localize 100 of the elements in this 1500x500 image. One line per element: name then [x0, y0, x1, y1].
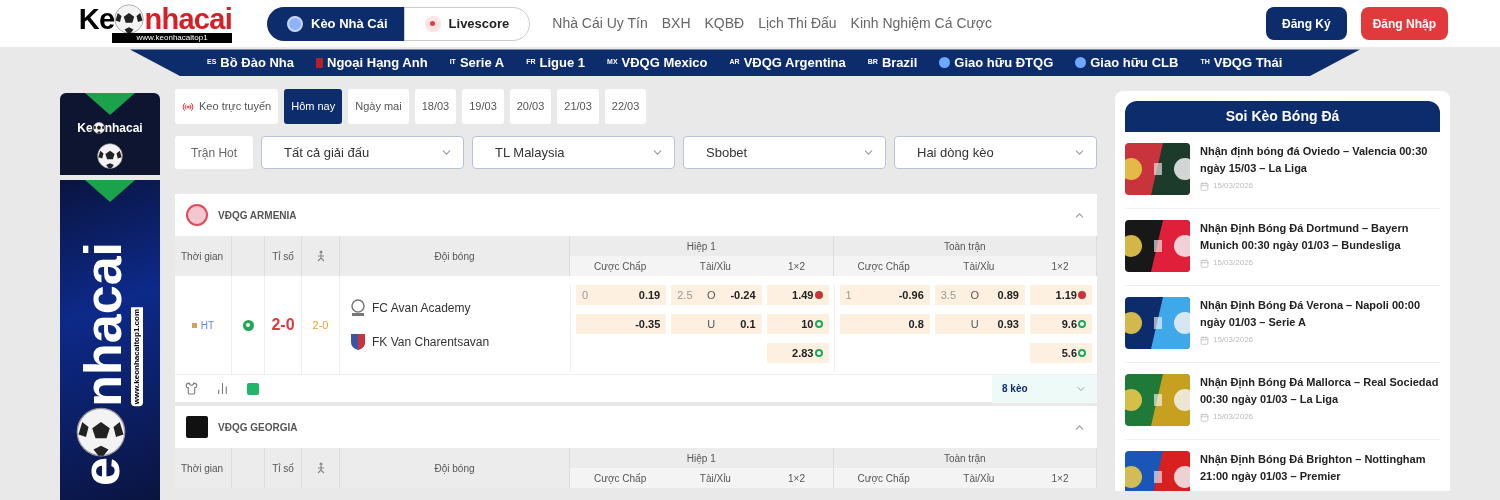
column-header: 1×2: [1050, 259, 1070, 274]
column-header: 1×2: [787, 471, 806, 486]
article-item[interactable]: Nhận Định Bóng Đá Dortmund – Bayern Munich 00:30 ngày 01/03 – Bundesliga 15/03/2026: [1125, 209, 1440, 286]
nav-link[interactable]: BXH: [661, 13, 691, 35]
banner-logo-text: nhacai: [77, 242, 129, 407]
column-header: Cược Chấp: [593, 259, 648, 274]
live-icon: [182, 100, 194, 113]
odds-cell[interactable]: U 0.1: [671, 314, 762, 334]
nav-link[interactable]: Lịch Thi Đấu: [758, 13, 837, 35]
league-link[interactable]: Ngoại Hạng Anh: [316, 52, 428, 73]
odds-cell[interactable]: 3.5 O 0.89: [934, 285, 1025, 305]
article-title: Nhận Định Bóng Đá Mallorca – Real Sociedad 00:30 ngày 01/03 – La Liga: [1200, 375, 1440, 407]
league-link[interactable]: Giao hữu CLB: [1075, 52, 1179, 73]
calendar-icon: [1200, 181, 1209, 191]
odds-cell[interactable]: 9.6: [1030, 314, 1092, 334]
league-header[interactable]: VĐQG ARMENIA: [175, 194, 1097, 236]
odds-cell[interactable]: 1 -0.96: [839, 285, 930, 305]
article-title: Nhận Định Bóng Đá Dortmund – Bayern Munich 00:30 ngày 01/03 – Bundesliga: [1200, 221, 1410, 253]
filter-dropdown[interactable]: TL Malaysia: [472, 136, 675, 169]
ball-icon: [92, 122, 105, 134]
nav-tab[interactable]: Livescore: [403, 6, 531, 41]
filter-dropdown[interactable]: Sbobet: [683, 136, 886, 169]
calendar-icon: [1200, 258, 1209, 268]
calendar-icon: [1200, 335, 1209, 345]
crest-icon: [350, 299, 366, 317]
league-header[interactable]: VĐQG GEORGIA: [175, 406, 1097, 448]
odds-cell[interactable]: 2.5 O -0.24: [671, 285, 762, 305]
article-date: 15/03/2026: [1213, 334, 1254, 346]
stats-icon[interactable]: [216, 382, 229, 395]
odds-cell[interactable]: 10: [766, 314, 829, 334]
section-title: Soi Kèo Bóng Đá: [1225, 107, 1340, 126]
league-logo-icon: [186, 204, 208, 226]
register-button[interactable]: Đăng Ký: [1265, 7, 1347, 41]
odds-cell[interactable]: 0.8: [839, 314, 930, 334]
column-header: Thời gian: [175, 448, 232, 488]
more-odds-button[interactable]: 8 kèo: [992, 374, 1097, 403]
banner-url: www.keonhacaitop1.com: [131, 307, 143, 407]
article-date: 15/03/2026: [1213, 411, 1254, 423]
globe-icon: [939, 57, 951, 69]
date-tab[interactable]: Hôm nay: [284, 89, 343, 124]
logo-text: Ke: [78, 4, 115, 34]
video-icon[interactable]: [247, 382, 259, 395]
nav-link[interactable]: Kinh Nghiệm Cá Cược: [850, 13, 993, 35]
date-tab[interactable]: 18/03: [414, 89, 457, 124]
article-item[interactable]: Nhận Định Bóng Đá Verona – Napoli 00:00 ngày 01/03 – Serie A 15/03/2026: [1125, 286, 1440, 363]
globe-icon: [287, 15, 303, 32]
shield-icon: [350, 333, 366, 351]
chevron-graphic: [85, 180, 135, 202]
banner-logo-text: nhacai: [104, 120, 143, 137]
column-header: Tài/Xỉu: [962, 471, 996, 486]
date-tab[interactable]: Keo trực tuyến: [175, 89, 279, 124]
odds-cell[interactable]: 2.83: [766, 343, 829, 363]
column-header: Tài/Xỉu: [698, 471, 732, 486]
league-link[interactable]: Giao hữu ĐTQG: [939, 52, 1054, 73]
article-title: Nhận Định Bóng Đá Brighton – Nottingham 21:00 ngày 01/03 – Premier: [1200, 452, 1427, 484]
odds-cell[interactable]: 1.19: [1030, 285, 1092, 305]
odds-cell[interactable]: U 0.93: [934, 314, 1025, 334]
article-title: Nhận Định Bóng Đá Verona – Napoli 00:00 ngày 01/03 – Serie A: [1200, 298, 1422, 330]
logo-url: www.keonhacaitop1: [112, 33, 232, 44]
article-item[interactable]: Nhận định bóng đá Oviedo – Valencia 00:30 ngày 15/03 – La Liga 15/03/2026: [1125, 132, 1440, 209]
date-tab[interactable]: 22/03: [604, 89, 647, 124]
score: 2-0: [271, 315, 295, 335]
date-tab[interactable]: 20/03: [509, 89, 552, 124]
league-name: VĐQG GEORGIA: [218, 420, 298, 435]
odds-cell[interactable]: 5.6: [1030, 343, 1092, 363]
column-header: Tài/Xỉu: [698, 259, 732, 274]
odds-cell[interactable]: 0 0.19: [576, 285, 667, 305]
article-item[interactable]: Nhận Định Bóng Đá Mallorca – Real Sociedad 00:30 ngày 01/03 – La Liga 15/03/2026: [1125, 363, 1440, 440]
column-header: Cược Chấp: [856, 471, 911, 486]
banner-ad[interactable]: nhacai www.keonhacaitop1.com e: [60, 180, 160, 500]
odds-cell[interactable]: 1.49: [766, 285, 829, 305]
filter-dropdown[interactable]: Hai dòng kèo: [894, 136, 1097, 169]
column-header: Cược Chấp: [856, 259, 911, 274]
nav-link[interactable]: KQBĐ: [704, 13, 745, 35]
odds-cell[interactable]: -0.35: [576, 314, 667, 334]
match-status: HT: [200, 318, 215, 333]
team-name: FC Avan Academy: [372, 300, 471, 317]
filter-dropdown[interactable]: Tất cả giải đấu: [261, 136, 464, 169]
banner-ad[interactable]: Ke nhacai: [60, 93, 160, 175]
shirt-icon[interactable]: [185, 382, 198, 395]
article-item[interactable]: Nhận Định Bóng Đá Brighton – Nottingham 21:00 ngày 01/03 – Premier: [1125, 440, 1440, 491]
column-header: Tỉ số: [265, 448, 302, 488]
logo-text: nhacai: [144, 4, 232, 34]
banner-logo-text: Ke: [77, 120, 93, 137]
date-tab[interactable]: 19/03: [462, 89, 504, 124]
date-tab[interactable]: 21/03: [557, 89, 599, 124]
nav-link[interactable]: Nhà Cái Uy Tín: [552, 13, 648, 35]
league-name: VĐQG ARMENIA: [218, 208, 297, 223]
team-name: FK Van Charentsavan: [372, 334, 490, 351]
hot-matches-button[interactable]: Trận Hot: [175, 136, 253, 169]
article-title: Nhận định bóng đá Oviedo – Valencia 00:30 ngày 15/03 – La Liga: [1200, 144, 1429, 176]
article-date: 15/03/2026: [1213, 180, 1254, 192]
login-button[interactable]: Đăng Nhập: [1360, 7, 1448, 41]
stadium-icon: [191, 322, 197, 328]
ball-icon: [76, 406, 126, 457]
calendar-icon: [1200, 412, 1209, 422]
ball-icon: [114, 4, 145, 35]
date-tab[interactable]: Ngày mai: [348, 89, 409, 124]
banner-logo-text: e: [75, 456, 127, 486]
halftime-score: 2-0: [312, 317, 329, 333]
